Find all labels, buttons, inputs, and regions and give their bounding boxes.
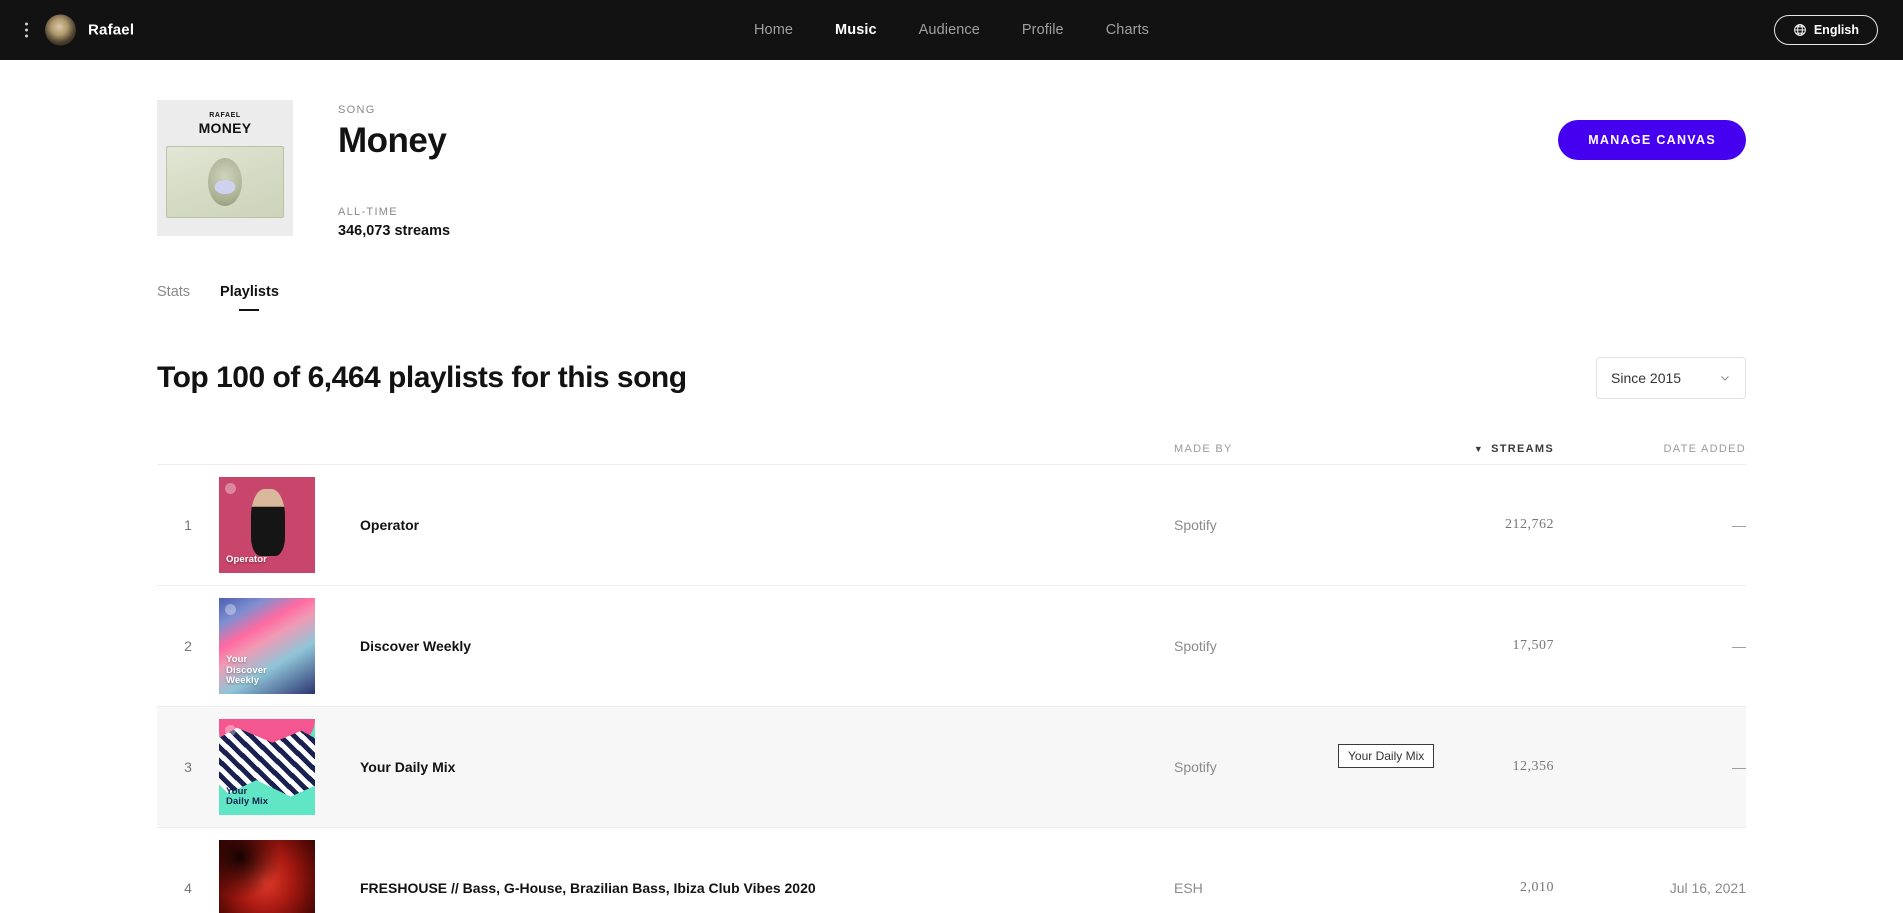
playlist-name[interactable]: Operator [315,517,419,533]
col-header-made-by[interactable]: MADE BY [1174,443,1386,455]
nav-item-music[interactable]: Music [835,22,877,38]
playlists-table: MADE BY ▼ STREAMS DATE ADDED 1 Operator O… [157,434,1746,913]
playlist-name[interactable]: FRESHOUSE // Bass, G-House, Brazilian Ba… [315,880,816,896]
globe-icon [1794,24,1806,36]
col-header-streams-label: STREAMS [1491,443,1554,455]
tab-playlists[interactable]: Playlists [220,284,279,311]
row-streams: 2,010 [1520,880,1554,895]
row-rank: 1 [184,517,192,533]
row-made-by: ESH [1174,880,1203,896]
playlist-tooltip: Your Daily Mix [1338,744,1435,768]
song-type-label: SONG [338,104,376,116]
spotify-badge-icon [225,483,236,494]
main-nav: Home Music Audience Profile Charts [754,22,1149,38]
brand-name: Rafael [88,21,135,39]
table-header-row: MADE BY ▼ STREAMS DATE ADDED [157,434,1746,464]
section-tabs: Stats Playlists [157,284,1746,311]
col-header-date-added[interactable]: DATE ADDED [1596,443,1746,455]
table-row[interactable]: 4 FRESHOUSE FRESHOUSE // Bass, G-House, … [157,827,1746,913]
page-content: RAFAEL MONEY SONG Money ALL-TIME 346,073… [0,60,1903,913]
sort-descending-icon: ▼ [1473,444,1485,454]
language-selector[interactable]: English [1773,15,1878,45]
playlist-cover-art: Your Daily Mix [219,719,315,815]
playlist-name[interactable]: Discover Weekly [315,638,471,654]
nav-item-charts[interactable]: Charts [1106,22,1149,38]
row-date-added: — [1732,759,1746,775]
dollar-bill-illustration [166,146,284,218]
row-name-cell: FRESHOUSE FRESHOUSE // Bass, G-House, Br… [219,840,1174,913]
cover-art-artist: RAFAEL [209,112,241,119]
nav-item-audience[interactable]: Audience [919,22,980,38]
nav-item-profile[interactable]: Profile [1022,22,1064,38]
alltime-streams-value: 346,073 streams [338,223,451,239]
song-cover-art: RAFAEL MONEY [157,100,293,236]
top-navigation-bar: Rafael Home Music Audience Profile Chart… [0,0,1903,60]
cover-art-label: Your Daily Mix [226,785,269,808]
row-date-added: — [1732,517,1746,533]
row-date-added: — [1732,638,1746,654]
nav-item-home[interactable]: Home [754,22,793,38]
row-made-by: Spotify [1174,638,1217,654]
kebab-menu-icon[interactable] [22,20,31,41]
playlist-cover-art: FRESHOUSE [219,840,315,913]
alltime-label: ALL-TIME [338,206,398,218]
playlist-cover-art: Your Discover Weekly [219,598,315,694]
tab-stats[interactable]: Stats [157,284,190,311]
song-header: RAFAEL MONEY SONG Money ALL-TIME 346,073… [157,60,1746,239]
avatar[interactable] [45,14,76,46]
cover-art-label: Operator [226,554,267,566]
row-rank: 4 [184,880,192,896]
playlists-header: Top 100 of 6,464 playlists for this song… [157,357,1746,399]
row-rank: 2 [184,638,192,654]
page-title: Money [338,121,447,160]
date-range-value: Since 2015 [1611,370,1682,386]
language-label: English [1813,23,1859,37]
row-name-cell: Your Daily Mix Your Daily Mix [219,719,1174,815]
playlist-name[interactable]: Your Daily Mix [315,759,455,775]
spotify-badge-icon [225,604,236,615]
row-streams: 212,762 [1505,517,1554,532]
row-made-by: Spotify [1174,517,1217,533]
playlists-title: Top 100 of 6,464 playlists for this song [157,361,687,394]
col-header-streams[interactable]: ▼ STREAMS [1386,443,1596,455]
row-date-added: Jul 16, 2021 [1669,880,1746,896]
manage-canvas-button[interactable]: MANAGE CANVAS [1558,120,1746,160]
table-row[interactable]: 2 Your Discover Weekly Discover Weekly S… [157,585,1746,706]
chevron-down-icon [1721,376,1729,381]
row-rank: 3 [184,759,192,775]
table-row[interactable]: 3 Your Daily Mix Your Daily Mix Your Dai… [157,706,1746,827]
date-range-select[interactable]: Since 2015 [1596,357,1746,399]
cover-art-label: Your Discover Weekly [226,654,267,687]
row-name-cell: Your Discover Weekly Discover Weekly [219,598,1174,694]
table-row[interactable]: 1 Operator Operator Spotify 212,762 — [157,464,1746,585]
row-streams: 17,507 [1512,638,1554,653]
row-name-cell: Operator Operator [219,477,1174,573]
alltime-block: ALL-TIME 346,073 streams [338,206,450,239]
cover-art-text: RAFAEL MONEY [157,112,293,136]
spotify-badge-icon [225,725,236,736]
cover-art-title: MONEY [198,120,252,137]
playlist-cover-art: Operator [219,477,315,573]
song-meta: SONG Money ALL-TIME 346,073 streams [293,100,450,239]
